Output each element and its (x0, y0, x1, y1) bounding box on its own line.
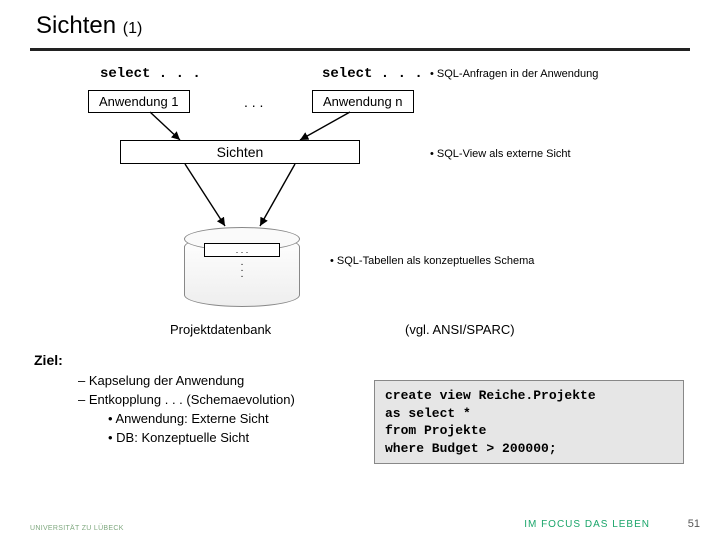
slide-title: Sichten (1) (36, 12, 142, 40)
code-line-1: create view Reiche.Projekte (385, 387, 673, 405)
app-box-1: Anwendung 1 (88, 90, 190, 113)
db-label: Projektdatenbank (170, 322, 271, 337)
ziel-item-1: – Kapselung der Anwendung (78, 372, 295, 391)
select-left: select . . . (100, 66, 201, 82)
ziel-item-3: • Anwendung: Externe Sicht (108, 410, 295, 429)
db-inner-table: . . . (204, 243, 280, 257)
code-line-3: from Projekte (385, 422, 673, 440)
page-number: 51 (688, 518, 700, 530)
note-sql-tabellen: • SQL-Tabellen als konzeptuelles Schema (330, 255, 534, 267)
select-right: select . . . (322, 66, 423, 82)
note-sql-anfragen: • SQL-Anfragen in der Anwendung (430, 68, 598, 80)
ziel-label: Ziel: (34, 352, 63, 368)
app-box-n: Anwendung n (312, 90, 414, 113)
title-main: Sichten (36, 12, 116, 39)
code-line-4: where Budget > 200000; (385, 440, 673, 458)
sql-code-box: create view Reiche.Projekte as select * … (374, 380, 684, 464)
ziel-list: – Kapselung der Anwendung – Entkopplung … (60, 372, 295, 447)
title-sub: (1) (123, 20, 143, 37)
title-rule (30, 48, 690, 51)
ansi-note: (vgl. ANSI/SPARC) (405, 322, 515, 337)
database-graphic: . . . ... (184, 215, 300, 310)
ziel-item-4: • DB: Konzeptuelle Sicht (108, 429, 295, 448)
footer-university: UNIVERSITÄT ZU LÜBECK (30, 525, 124, 532)
ziel-item-2: – Entkopplung . . . (Schemaevolution) (78, 391, 295, 410)
sichten-box: Sichten (120, 140, 360, 164)
apps-ellipsis: . . . (244, 94, 263, 110)
note-sql-view: • SQL-View als externe Sicht (430, 148, 571, 160)
db-vertical-dots: ... (184, 260, 300, 278)
footer-motto: IM FOCUS DAS LEBEN (524, 519, 650, 530)
code-line-2: as select * (385, 405, 673, 423)
